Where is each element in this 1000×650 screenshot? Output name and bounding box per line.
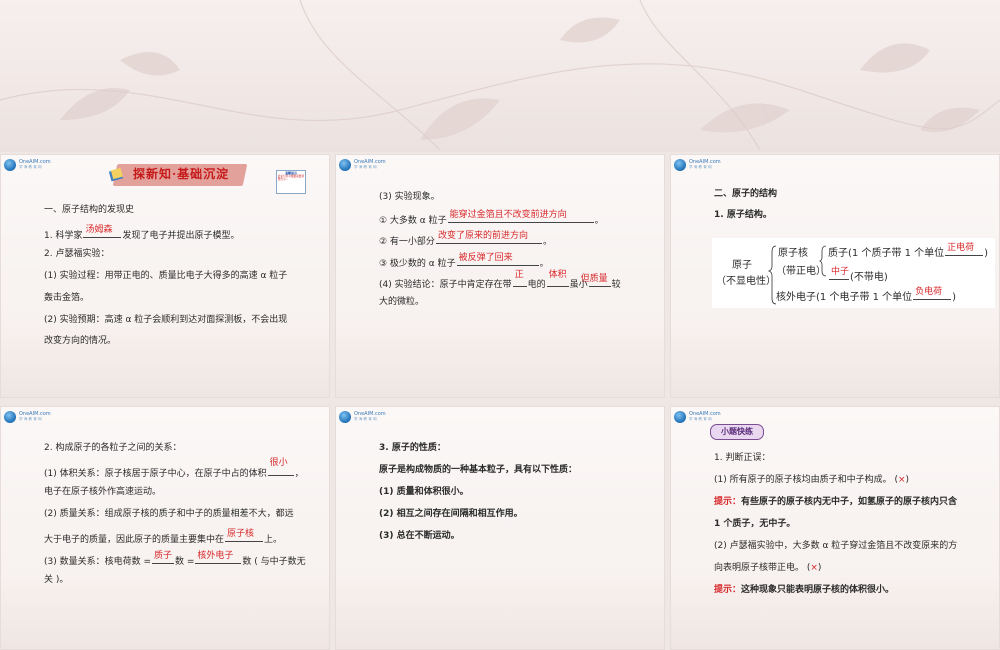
logo-icon [674, 411, 686, 423]
answer-scientist: 汤姆森 [85, 225, 113, 235]
line-count-2: 关 )。 [44, 575, 69, 585]
slide-1[interactable]: OneAIM.com 学 海 教 育 网 探新知·基础沉淀 温馨提示 此幻灯片可根… [0, 154, 330, 398]
slide-2[interactable]: OneAIM.com 学 海 教 育 网 (3) 实验现象。 ① 大多数 α 粒子… [335, 154, 665, 398]
label-neutral: （不显电性） [716, 276, 776, 287]
line-process-2: 轰击金箔。 [44, 293, 90, 303]
blank-proton-count: 质子 [152, 551, 175, 564]
line-properties-intro: 原子是构成物质的一种基本粒子，具有以下性质： [379, 465, 578, 475]
blank-mass: 但质量 [581, 274, 611, 287]
blank-neutron: 中子 [829, 267, 849, 280]
label-electron: 核外电子(1 个电子带 1 个单位 负电荷) [776, 287, 957, 303]
line-relations: 2. 构成原子的各粒子之间的关系： [44, 443, 182, 453]
line-volume-1: (1) 体积关系：原子核居于原子中心，在原子中占的体积 很小， [44, 458, 304, 479]
line-count-1: (3) 数量关系：核电荷数 = 质子数 = 核外电子数 ( 与中子数无 [44, 551, 306, 567]
line-phenomenon-2: ② 有一小部分 改变了原来的前进方向。 [379, 231, 552, 247]
heading-atom-structure: 1. 原子结构。 [714, 210, 772, 220]
book-icon [108, 167, 124, 182]
logo-icon [4, 411, 16, 423]
quick-practice-badge: 小题快练 [710, 424, 764, 440]
atom-structure-diagram: 原子 （不显电性） 原子核 （带正电） 质子(1 个质子带 1 个单位 正电荷) … [712, 238, 995, 308]
blank-phenomenon-1: 能穿过金箔且不改变前进方向 [447, 210, 594, 223]
line-phenomenon-3: ③ 极少数的 α 粒子 被反弹了回来。 [379, 253, 549, 269]
line-phenomena: (3) 实验现象。 [379, 192, 440, 202]
line-expect-1: (2) 实验预期：高速 α 粒子会顺利到达对面探测板，不会出现 [44, 315, 288, 325]
wrong-mark-1: × [897, 475, 906, 485]
line-property-1: (1) 质量和体积很小。 [379, 487, 469, 497]
line-conclusion-1: (4) 实验结论：原子中肯定存在带正电的 体积 虽小 但质量较 [379, 270, 621, 290]
blank-volume: 很小 [267, 458, 294, 476]
logo: OneAIM.com 学 海 教 育 网 [674, 410, 721, 424]
wrong-mark-2: × [810, 563, 818, 573]
line-q2b: 向表明原子核带正电。 (×) [714, 563, 822, 573]
slide-4[interactable]: OneAIM.com 学 海 教 育 网 2. 构成原子的各粒子之间的关系： (1… [0, 406, 330, 650]
blank-proton: 正电荷 [945, 243, 984, 256]
blank-nucleus: 原子核 [225, 529, 264, 542]
blank-phenomenon-3: 被反弹了回来 [456, 253, 539, 266]
logo: OneAIM.com 学 海 教 育 网 [4, 158, 51, 172]
logo-icon [674, 159, 686, 171]
line-hint-1: 提示：有些原子的原子核内无中子，如氢原子的原子核内只含 [714, 497, 958, 507]
line-hint-1b: 1 个质子，无中子。 [714, 519, 796, 529]
logo-icon [339, 411, 351, 423]
slide-3[interactable]: OneAIM.com 学 海 教 育 网 二、原子的结构 1. 原子结构。 原子 … [670, 154, 1000, 398]
label-atom: 原子 [732, 260, 752, 271]
line-q1: (1) 所有原子的原子核均由质子和中子构成。 (×) [714, 475, 910, 485]
label-nucleus: 原子核 [778, 248, 808, 259]
blank-phenomenon-2: 改变了原来的前进方向 [435, 231, 542, 244]
logo-sub: 学 海 教 育 网 [19, 165, 42, 169]
logo-icon [339, 159, 351, 171]
logo: OneAIM.com 学 海 教 育 网 [674, 158, 721, 172]
label-proton: 质子(1 个质子带 1 个单位 正电荷) [828, 243, 989, 259]
sticker-text: 此幻灯片可根据需要调整大小... [278, 175, 304, 181]
line-property-2: (2) 相互之间存在间隔和相互作用。 [379, 509, 523, 519]
logo-icon [4, 159, 16, 171]
slide-5[interactable]: OneAIM.com 学 海 教 育 网 3. 原子的性质： 原子是构成物质的一种… [335, 406, 665, 650]
slide-6[interactable]: OneAIM.com 学 海 教 育 网 小题快练 1. 判断正误： (1) 所有… [670, 406, 1000, 650]
heading-properties: 3. 原子的性质： [379, 443, 446, 453]
section-header: 探新知·基础沉淀 [133, 167, 230, 181]
line-process-1: (1) 实验过程：用带正电的、质量比电子大得多的高速 α 粒子 [44, 271, 288, 281]
line-scientist: 1. 科学家 汤姆森 发现了电子并提出原子模型。 [44, 225, 240, 241]
line-hint-2: 提示：这种现象只能表明原子核的体积很小。 [714, 585, 895, 595]
line-expect-2: 改变方向的情况。 [44, 336, 117, 346]
blank-electron-count: 核外电子 [195, 551, 242, 564]
line-phenomenon-1: ① 大多数 α 粒子 能穿过金箔且不改变前进方向。 [379, 210, 604, 226]
blank-scientist: 汤姆森 [83, 225, 122, 238]
line-judge: 1. 判断正误： [714, 453, 771, 463]
blank-volume: 体积 [546, 270, 569, 287]
label-neutron: 中子 (不带电) [829, 267, 888, 283]
blank-electron: 负电荷 [913, 287, 952, 300]
blank-charge: 正 [512, 270, 527, 287]
line-mass-2: 大于电子的质量，因此原子的质量主要集中在 原子核 上。 [44, 529, 283, 545]
line-property-3: (3) 总在不断运动。 [379, 531, 460, 541]
logo: OneAIM.com 学 海 教 育 网 [4, 410, 51, 424]
top-banner [0, 0, 1000, 152]
floral-decoration [0, 0, 1000, 151]
label-nucleus-charge: （带正电） [776, 266, 826, 277]
line-q2: (2) 卢瑟福实验中，大多数 α 粒子穿过金箔且不改变原来的方 [714, 541, 958, 551]
logo: OneAIM.com 学 海 教 育 网 [339, 410, 386, 424]
heading-history: 一、原子结构的发现史 [44, 205, 135, 215]
line-conclusion-2: 大的微粒。 [379, 297, 425, 307]
heading-structure: 二、原子的结构 [714, 189, 778, 199]
line-mass-1: (2) 质量关系：组成原子核的质子和中子的质量相差不大，都远 [44, 509, 294, 519]
line-volume-2: 电子在原子核外作高速运动。 [44, 487, 162, 497]
line-rutherford: 2. 卢瑟福实验： [44, 249, 110, 259]
logo: OneAIM.com 学 海 教 育 网 [339, 158, 386, 172]
tip-sticker: 温馨提示 此幻灯片可根据需要调整大小... [276, 170, 306, 194]
